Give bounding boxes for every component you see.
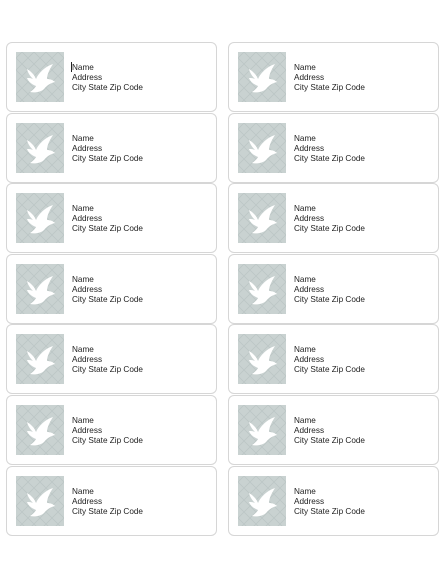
address-block[interactable]: Name Address City State Zip Code [72,204,143,234]
name-line: Name [72,133,94,143]
address-block[interactable]: Name Address City State Zip Code [72,275,143,305]
address-label[interactable]: Name Address City State Zip Code [228,42,439,112]
address-line: Address [72,73,103,82]
address-line: Address [72,496,103,506]
address-label[interactable]: Name Address City State Zip Code [228,253,439,324]
name-line: Name [294,204,316,214]
address-block[interactable]: Name Address City State Zip Code [72,487,143,517]
address-block[interactable]: Name Address City State Zip Code [294,204,365,234]
address-block[interactable]: Name Address City State Zip Code [72,63,143,93]
name-line: Name [294,345,316,355]
address-line: Address [294,496,325,506]
address-line: Address [72,284,103,294]
address-block[interactable]: Name Address City State Zip Code [294,63,365,93]
address-line: Address [294,214,325,224]
name-line: Name [294,274,316,284]
name-line: Name [72,486,94,496]
dove-icon [16,52,64,102]
dove-icon [238,405,286,455]
address-block[interactable]: Name Address City State Zip Code [72,134,143,164]
address-block[interactable]: Name Address City State Zip Code [72,345,143,375]
address-line: Address [294,426,325,435]
dove-icon [16,405,64,455]
address-label[interactable]: Name Address City State Zip Code [6,253,217,324]
city-state-zip-line: City State Zip Code [294,153,365,163]
address-label[interactable]: Name Address City State Zip Code [228,465,439,536]
address-line: Address [72,143,103,153]
address-block[interactable]: Name Address City State Zip Code [294,416,365,446]
city-state-zip-line: City State Zip Code [72,365,143,375]
dove-icon [16,334,64,385]
dove-icon [238,334,286,385]
address-label[interactable]: Name Address City State Zip Code [6,324,217,395]
name-line: Name [72,63,94,72]
city-state-zip-line: City State Zip Code [294,365,365,375]
city-state-zip-line: City State Zip Code [72,506,143,516]
address-line: Address [294,355,325,365]
city-state-zip-line: City State Zip Code [72,224,143,234]
address-line: Address [72,355,103,365]
address-label[interactable]: Name Address City State Zip Code [6,183,217,254]
city-state-zip-line: City State Zip Code [294,294,365,304]
name-line: Name [294,416,316,425]
name-line: Name [294,133,316,143]
city-state-zip-line: City State Zip Code [72,436,143,445]
name-line: Name [294,486,316,496]
name-line: Name [72,416,94,425]
address-label[interactable]: Name Address City State Zip Code [228,112,439,183]
name-line: Name [72,204,94,214]
name-line: Name [72,274,94,284]
dove-icon [238,263,286,314]
dove-icon [16,122,64,173]
city-state-zip-line: City State Zip Code [294,224,365,234]
address-label[interactable]: Name Address City State Zip Code [6,465,217,536]
address-label[interactable]: Name Address City State Zip Code [228,324,439,395]
address-line: Address [294,143,325,153]
dove-icon [16,193,64,244]
dove-icon [238,475,286,526]
name-line: Name [294,63,316,72]
city-state-zip-line: City State Zip Code [294,506,365,516]
address-label[interactable]: Name Address City State Zip Code [6,395,217,465]
address-block[interactable]: Name Address City State Zip Code [72,416,143,446]
address-line: Address [294,73,325,82]
address-label[interactable]: Name Address City State Zip Code [228,183,439,254]
dove-icon [238,193,286,244]
text-cursor [71,62,72,72]
address-block[interactable]: Name Address City State Zip Code [294,275,365,305]
address-line: Address [294,284,325,294]
address-label[interactable]: Name Address City State Zip Code [6,112,217,183]
address-label[interactable]: Name Address City State Zip Code [228,395,439,465]
address-block[interactable]: Name Address City State Zip Code [294,345,365,375]
address-block[interactable]: Name Address City State Zip Code [294,487,365,517]
dove-icon [16,475,64,526]
address-label[interactable]: Name Address City State Zip Code [6,42,217,112]
dove-icon [238,122,286,173]
city-state-zip-line: City State Zip Code [72,83,143,92]
dove-icon [16,263,64,314]
address-line: Address [72,214,103,224]
address-block[interactable]: Name Address City State Zip Code [294,134,365,164]
city-state-zip-line: City State Zip Code [72,294,143,304]
city-state-zip-line: City State Zip Code [294,83,365,92]
dove-icon [238,52,286,102]
city-state-zip-line: City State Zip Code [294,436,365,445]
name-line: Name [72,345,94,355]
address-line: Address [72,426,103,435]
city-state-zip-line: City State Zip Code [72,153,143,163]
label-sheet: Name Address City State Zip Code Name Addres… [0,0,444,575]
